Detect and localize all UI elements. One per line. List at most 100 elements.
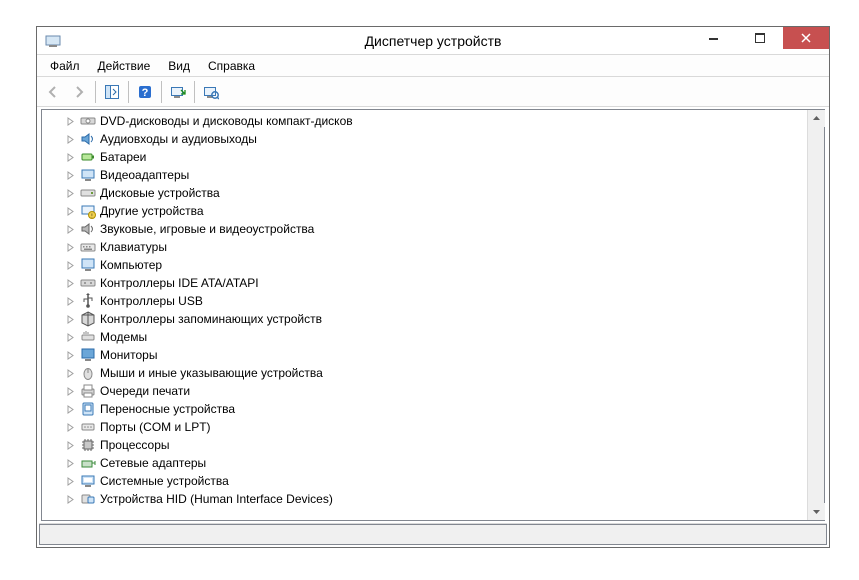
- expander-icon[interactable]: [64, 439, 76, 451]
- tree-item[interactable]: DVD-дисководы и дисководы компакт-дисков: [64, 112, 807, 130]
- display-adapter-icon: [80, 167, 96, 183]
- expander-icon[interactable]: [64, 457, 76, 469]
- tree-item[interactable]: Дисковые устройства: [64, 184, 807, 202]
- tree-item[interactable]: Клавиатуры: [64, 238, 807, 256]
- scroll-down-arrow[interactable]: [808, 503, 825, 520]
- expander-icon[interactable]: [64, 295, 76, 307]
- minimize-button[interactable]: [691, 27, 737, 49]
- expander-icon[interactable]: [64, 187, 76, 199]
- expander-icon[interactable]: [64, 475, 76, 487]
- expander-icon[interactable]: [64, 259, 76, 271]
- tree-item-label: Клавиатуры: [100, 240, 167, 254]
- tree-item-label: Аудиовходы и аудиовыходы: [100, 132, 257, 146]
- back-button[interactable]: [41, 80, 65, 104]
- tree-item[interactable]: Контроллеры запоминающих устройств: [64, 310, 807, 328]
- tree-item[interactable]: Порты (COM и LPT): [64, 418, 807, 436]
- network-adapter-icon: [80, 455, 96, 471]
- menu-action[interactable]: Действие: [89, 57, 160, 75]
- tree-item-label: Порты (COM и LPT): [100, 420, 211, 434]
- tree-item-label: Сетевые адаптеры: [100, 456, 206, 470]
- menu-file[interactable]: Файл: [41, 57, 89, 75]
- tree-item[interactable]: Мониторы: [64, 346, 807, 364]
- help-button[interactable]: ?: [133, 80, 157, 104]
- computer-icon: [80, 257, 96, 273]
- tree-item[interactable]: Переносные устройства: [64, 400, 807, 418]
- tree-item[interactable]: Контроллеры IDE ATA/ATAPI: [64, 274, 807, 292]
- toolbar-separator: [194, 81, 195, 103]
- tree-item[interactable]: ! Другие устройства: [64, 202, 807, 220]
- toolbar-separator: [128, 81, 129, 103]
- keyboard-icon: [80, 239, 96, 255]
- expander-icon[interactable]: [64, 421, 76, 433]
- expander-icon[interactable]: [64, 151, 76, 163]
- expander-icon[interactable]: [64, 385, 76, 397]
- expander-icon[interactable]: [64, 349, 76, 361]
- disc-drive-icon: [80, 113, 96, 129]
- menu-help[interactable]: Справка: [199, 57, 264, 75]
- expander-icon[interactable]: [64, 223, 76, 235]
- expander-icon[interactable]: [64, 115, 76, 127]
- tree-item[interactable]: Батареи: [64, 148, 807, 166]
- tree-item[interactable]: Модемы: [64, 328, 807, 346]
- expander-icon[interactable]: [64, 367, 76, 379]
- ide-ata-icon: [80, 275, 96, 291]
- tree-item[interactable]: Устройства HID (Human Interface Devices): [64, 490, 807, 508]
- tree-item-label: Компьютер: [100, 258, 162, 272]
- expander-icon[interactable]: [64, 133, 76, 145]
- menu-view[interactable]: Вид: [159, 57, 199, 75]
- storage-controller-icon: [80, 311, 96, 327]
- tree-item-label: Переносные устройства: [100, 402, 235, 416]
- tree-item[interactable]: Аудиовходы и аудиовыходы: [64, 130, 807, 148]
- scan-hardware-button[interactable]: [166, 80, 190, 104]
- tree-item-label: Дисковые устройства: [100, 186, 220, 200]
- forward-button[interactable]: [67, 80, 91, 104]
- usb-icon: [80, 293, 96, 309]
- expander-icon[interactable]: [64, 403, 76, 415]
- tree-item[interactable]: Очереди печати: [64, 382, 807, 400]
- maximize-button[interactable]: [737, 27, 783, 49]
- other-device-icon: !: [80, 203, 96, 219]
- close-button[interactable]: [783, 27, 829, 49]
- tree-item[interactable]: Системные устройства: [64, 472, 807, 490]
- mouse-icon: [80, 365, 96, 381]
- expander-icon[interactable]: [64, 331, 76, 343]
- tree-item[interactable]: Контроллеры USB: [64, 292, 807, 310]
- processor-icon: [80, 437, 96, 453]
- sound-icon: [80, 221, 96, 237]
- svg-text:!: !: [91, 214, 92, 220]
- scroll-up-arrow[interactable]: [808, 110, 825, 127]
- tree-item[interactable]: Звуковые, игровые и видеоустройства: [64, 220, 807, 238]
- tree-item-label: Другие устройства: [100, 204, 204, 218]
- toolbar-separator: [95, 81, 96, 103]
- tree-item-label: Процессоры: [100, 438, 170, 452]
- tree-item-label: Батареи: [100, 150, 146, 164]
- port-icon: [80, 419, 96, 435]
- expander-icon[interactable]: [64, 313, 76, 325]
- tree-item-label: Мониторы: [100, 348, 157, 362]
- system-device-icon: [80, 473, 96, 489]
- expander-icon[interactable]: [64, 241, 76, 253]
- expander-icon[interactable]: [64, 205, 76, 217]
- tree-item-label: Звуковые, игровые и видеоустройства: [100, 222, 314, 236]
- toolbar-separator: [161, 81, 162, 103]
- titlebar: Диспетчер устройств: [37, 27, 829, 55]
- expander-icon[interactable]: [64, 169, 76, 181]
- monitor-icon: [80, 347, 96, 363]
- expander-icon[interactable]: [64, 493, 76, 505]
- statusbar: [39, 523, 827, 545]
- print-queue-icon: [80, 383, 96, 399]
- tree-item[interactable]: Сетевые адаптеры: [64, 454, 807, 472]
- tree-item-label: Устройства HID (Human Interface Devices): [100, 492, 333, 506]
- vertical-scrollbar[interactable]: [807, 110, 824, 520]
- properties-button[interactable]: [199, 80, 223, 104]
- expander-icon[interactable]: [64, 277, 76, 289]
- device-tree[interactable]: DVD-дисководы и дисководы компакт-дисков…: [42, 110, 807, 520]
- tree-item[interactable]: Видеоадаптеры: [64, 166, 807, 184]
- tree-item[interactable]: Мыши и иные указывающие устройства: [64, 364, 807, 382]
- tree-item-label: Контроллеры запоминающих устройств: [100, 312, 322, 326]
- show-hide-tree-button[interactable]: [100, 80, 124, 104]
- tree-item[interactable]: Компьютер: [64, 256, 807, 274]
- tree-item-label: DVD-дисководы и дисководы компакт-дисков: [100, 114, 353, 128]
- tree-item-label: Системные устройства: [100, 474, 229, 488]
- tree-item[interactable]: Процессоры: [64, 436, 807, 454]
